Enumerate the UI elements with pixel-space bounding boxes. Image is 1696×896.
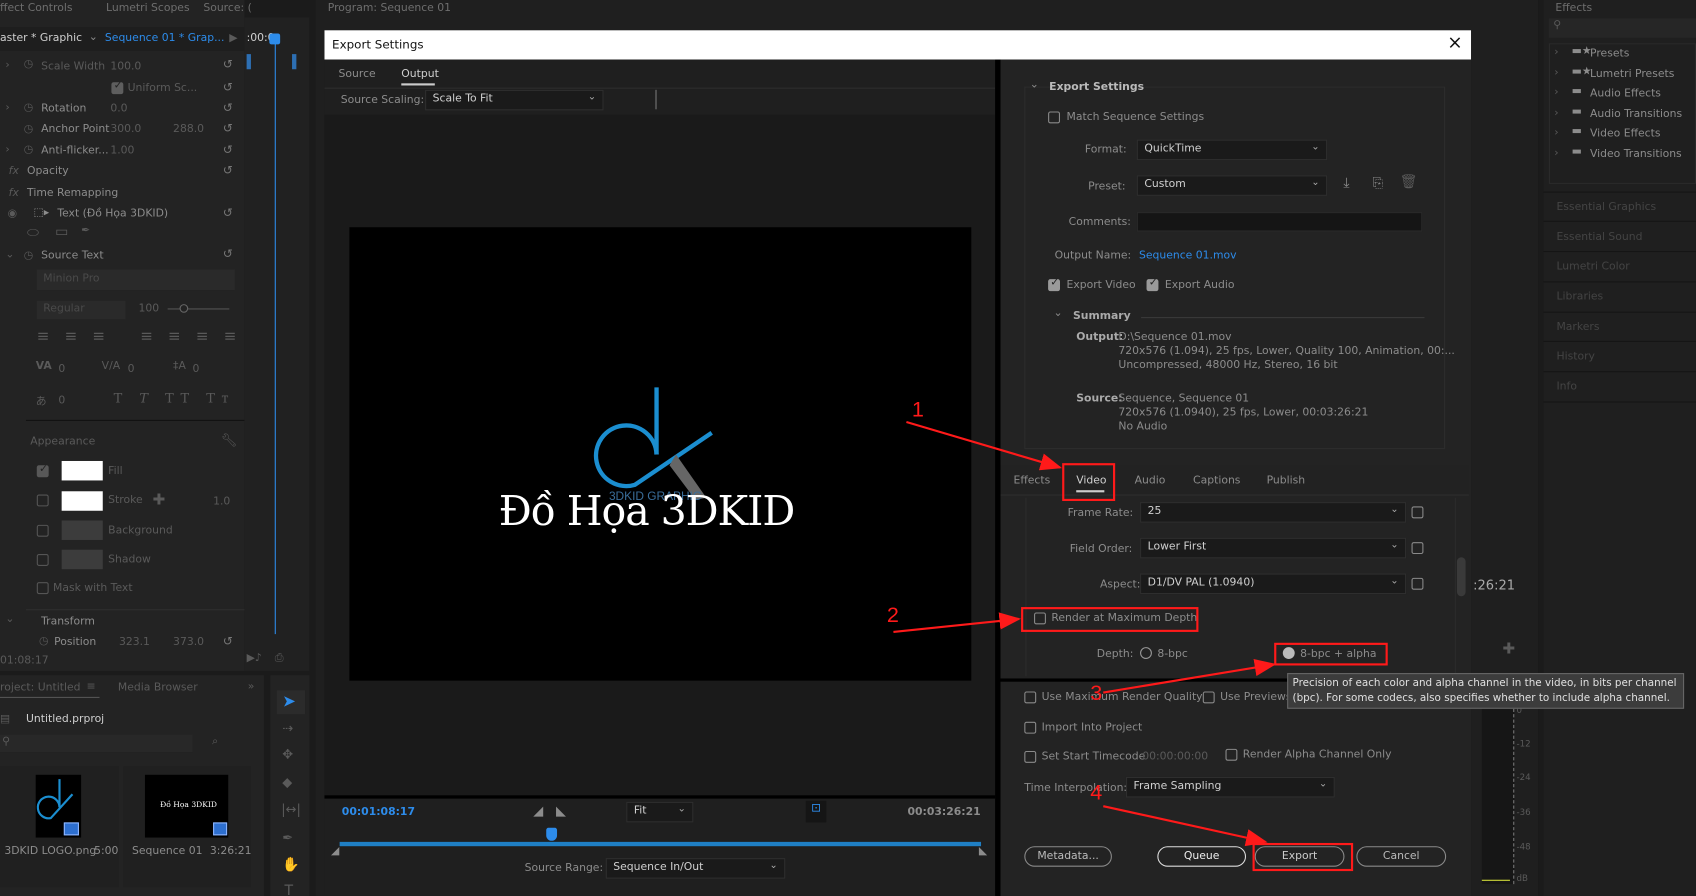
annotation-arrow bbox=[893, 612, 1022, 634]
annotation-arrow bbox=[1103, 805, 1268, 847]
annotation-arrow bbox=[906, 420, 1063, 471]
annotation-arrow bbox=[1103, 659, 1277, 694]
annotation-arrows bbox=[893, 420, 1277, 847]
